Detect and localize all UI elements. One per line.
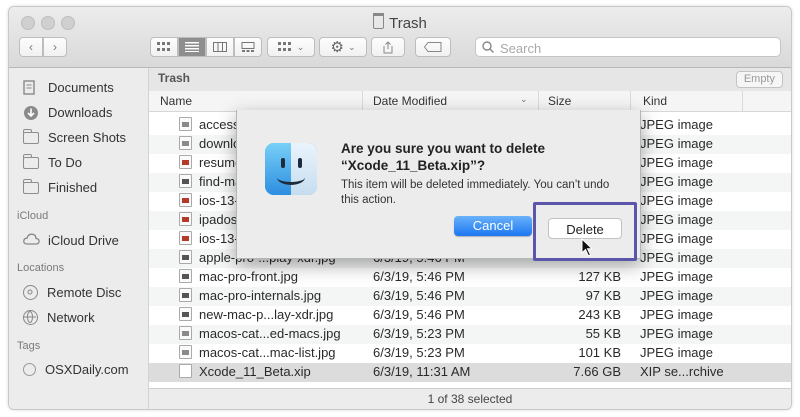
search-field[interactable]	[475, 37, 781, 57]
column-divider	[538, 91, 539, 111]
table-row[interactable]: macos-cat...mac-list.jpg 6/3/19, 5:23 PM 1…	[149, 344, 791, 363]
sidebar-heading-tags: Tags	[17, 340, 41, 352]
sidebar-item-downloads[interactable]: Downloads	[23, 103, 112, 121]
title-bar: Trash ‹ › ⌄ ⚙ ⌄	[9, 7, 791, 68]
column-divider	[630, 91, 631, 111]
sidebar-item-to-do[interactable]: To Do	[22, 153, 82, 171]
column-view-button[interactable]	[206, 37, 234, 57]
file-icon	[179, 326, 192, 340]
tag-icon	[424, 42, 442, 52]
sidebar-heading-icloud: iCloud	[17, 210, 49, 222]
table-row[interactable]: new-mac-p...lay-xdr.jpg 6/3/19, 5:46 PM 24…	[149, 306, 791, 325]
folder-icon	[22, 179, 39, 194]
gear-icon: ⚙	[330, 39, 344, 56]
file-icon	[179, 155, 192, 169]
sidebar-heading-locations: Locations	[17, 262, 65, 274]
delete-confirmation-dialog: Are you sure you want to delete “Xcode_1…	[236, 110, 641, 261]
file-icon	[179, 231, 192, 245]
column-divider	[742, 91, 743, 111]
group-icon	[277, 42, 291, 51]
chevron-down-icon: ⌄	[296, 41, 305, 52]
column-size[interactable]: Size	[548, 94, 571, 108]
sort-chevron-icon: ⌄	[520, 94, 528, 104]
cancel-button[interactable]: Cancel	[454, 216, 532, 236]
file-icon	[179, 193, 192, 207]
file-icon	[179, 117, 192, 131]
sidebar-item-network[interactable]: Network	[23, 308, 95, 326]
list-view-icon	[185, 42, 199, 52]
chevron-down-icon: ⌄	[347, 41, 356, 52]
share-button[interactable]	[371, 37, 405, 57]
back-button[interactable]: ‹	[19, 37, 43, 57]
gallery-view-button[interactable]	[234, 37, 262, 57]
empty-trash-button[interactable]: Empty	[735, 71, 783, 88]
archive-file-icon	[179, 364, 192, 378]
file-icon	[179, 250, 192, 264]
cloud-icon	[23, 233, 40, 247]
search-input[interactable]	[498, 40, 772, 56]
table-row[interactable]: mac-pro-front.jpg 6/3/19, 5:46 PM 127 KB JP…	[149, 268, 791, 287]
sidebar: Documents Downloads Screen Shots To Do F…	[9, 68, 149, 409]
sidebar-item-screen-shots[interactable]: Screen Shots	[22, 128, 126, 146]
share-icon	[383, 40, 393, 53]
status-bar: 1 of 38 selected	[149, 388, 791, 409]
table-row-selected[interactable]: Xcode_11_Beta.xip 6/3/19, 11:31 AM 7.66 GB…	[149, 363, 791, 382]
chevron-right-icon: ›	[53, 40, 57, 54]
icon-view-icon	[157, 42, 170, 51]
column-kind[interactable]: Kind	[643, 94, 667, 108]
trash-icon	[373, 13, 385, 29]
column-name[interactable]: Name	[160, 94, 192, 108]
folder-icon	[22, 129, 39, 144]
file-icon	[179, 212, 192, 226]
table-row[interactable]: macos-cat...ed-macs.jpg 6/3/19, 5:23 PM 55…	[149, 325, 791, 344]
tag-circle-icon	[23, 362, 36, 376]
icon-view-button[interactable]	[150, 37, 178, 57]
group-button[interactable]: ⌄	[267, 37, 315, 57]
disc-icon	[23, 284, 38, 300]
forward-button[interactable]: ›	[43, 37, 67, 57]
sidebar-item-osxdaily[interactable]: OSXDaily.com	[23, 360, 129, 378]
path-bar: Trash Empty	[149, 68, 791, 92]
tag-button[interactable]	[415, 37, 451, 57]
mouse-pointer-icon	[581, 238, 594, 257]
folder-icon	[22, 154, 39, 169]
file-icon	[179, 136, 192, 150]
column-view-icon	[213, 42, 227, 52]
sidebar-item-documents[interactable]: Documents	[23, 78, 114, 96]
gallery-view-icon	[241, 42, 255, 52]
action-button[interactable]: ⚙ ⌄	[319, 37, 367, 57]
delete-button[interactable]: Delete	[548, 218, 622, 239]
sidebar-item-finished[interactable]: Finished	[22, 178, 97, 196]
file-icon	[179, 174, 192, 188]
network-icon	[23, 309, 38, 325]
folder-title: Trash	[158, 71, 191, 85]
finder-icon	[265, 143, 317, 195]
file-icon	[179, 307, 192, 321]
sidebar-item-icloud-drive[interactable]: iCloud Drive	[23, 231, 119, 249]
file-icon	[179, 345, 192, 359]
search-icon	[482, 41, 494, 53]
downloads-icon	[23, 105, 39, 120]
list-view-button[interactable]	[178, 37, 206, 57]
file-icon	[179, 288, 192, 302]
window-title: Trash	[9, 13, 791, 32]
chevron-left-icon: ‹	[29, 40, 33, 54]
dialog-title: Are you sure you want to delete “Xcode_1…	[341, 141, 546, 173]
column-header: Name Date Modified ⌄ Size Kind	[149, 91, 791, 112]
file-icon	[179, 269, 192, 283]
column-date-modified[interactable]: Date Modified	[373, 94, 447, 108]
sidebar-item-remote-disc[interactable]: Remote Disc	[23, 283, 121, 301]
documents-icon	[23, 80, 39, 95]
table-row[interactable]: mac-pro-internals.jpg 6/3/19, 5:46 PM 97 K…	[149, 287, 791, 306]
column-divider	[362, 91, 363, 111]
